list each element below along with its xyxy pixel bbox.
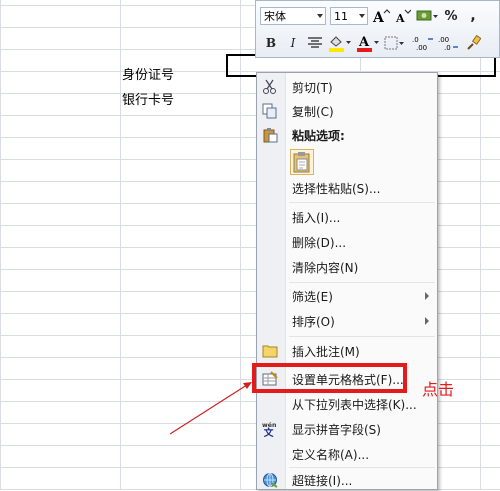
annotation-arrow: [169, 382, 252, 435]
click-annotation: 点击: [422, 380, 455, 399]
